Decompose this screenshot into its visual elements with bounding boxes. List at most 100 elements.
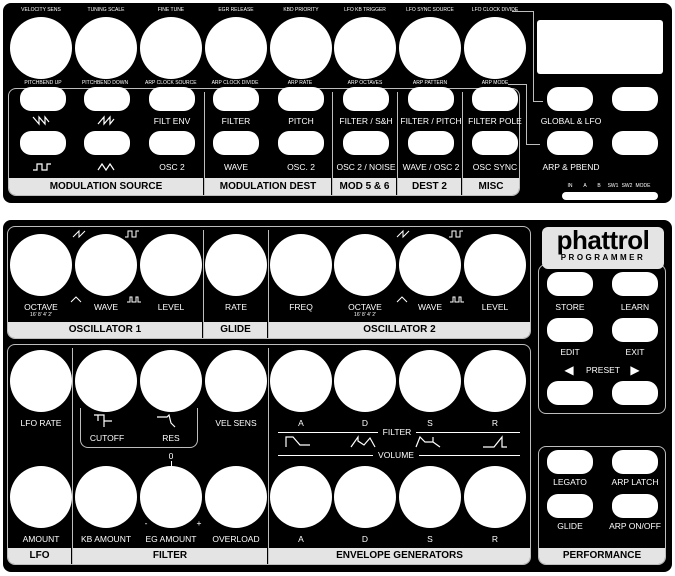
eg-amount-plus: + [196, 518, 202, 528]
osc2-wave-knob[interactable] [399, 234, 461, 296]
fine-tune-knob[interactable] [140, 17, 202, 79]
edit-button[interactable] [547, 318, 593, 342]
arp-clock-divide-button[interactable] [213, 87, 259, 111]
lfo-kb-trigger-label: LFO KB TRIGGER [344, 7, 386, 13]
saw-icon-osc2 [396, 229, 410, 239]
sawtooth-up-icon [97, 115, 115, 126]
store-button[interactable] [547, 272, 593, 296]
indicator-mode-label: MODE [635, 183, 651, 189]
learn-label: LEARN [620, 302, 650, 312]
osc2-label: OSC 2 [159, 162, 185, 172]
arp-mode-button[interactable] [472, 87, 518, 111]
osc2-octave-label: OCTAVE [348, 302, 382, 312]
tuning-scale-knob[interactable] [75, 17, 137, 79]
lfo-clock-divide-knob[interactable] [464, 17, 526, 79]
filter-sh-label: FILTER / S&H [339, 116, 393, 126]
osc2-dest-button[interactable] [278, 131, 324, 155]
legato-button[interactable] [547, 450, 593, 474]
pulse-icon [127, 296, 141, 303]
arp-onoff-button[interactable] [612, 494, 658, 518]
osc2-freq-label: FREQ [289, 302, 313, 312]
overload-knob[interactable] [205, 466, 267, 528]
lfo-kb-trigger-knob[interactable] [334, 17, 396, 79]
top-right-button-2[interactable] [612, 131, 658, 155]
filt-env-label: FILT ENV [153, 116, 191, 126]
eg-s-knob[interactable] [399, 350, 461, 412]
preset-up-button[interactable] [612, 381, 658, 405]
velocity-sens-knob[interactable] [10, 17, 72, 79]
osc2-noise-button[interactable] [343, 131, 389, 155]
preset-right-arrow-icon: ▶ [630, 363, 640, 377]
global-lfo-label: GLOBAL & LFO [540, 116, 602, 126]
filter-cutoff-knob[interactable] [75, 350, 137, 412]
pitchbend-up-button[interactable] [20, 87, 66, 111]
preset-down-button[interactable] [547, 381, 593, 405]
osc-sync-button[interactable] [472, 131, 518, 155]
display-screen [537, 20, 663, 74]
lfo-sync-source-label: LFO SYNC SOURCE [406, 7, 454, 13]
legato-label: LEGATO [553, 477, 587, 487]
eg-shape-a-icon [285, 436, 310, 447]
arp-octaves-label: ARP OCTAVES [347, 80, 383, 86]
osc1-wave-knob[interactable] [75, 234, 137, 296]
kbd-priority-knob[interactable] [270, 17, 332, 79]
arp-rate-button[interactable] [278, 87, 324, 111]
vol-s-knob[interactable] [399, 466, 461, 528]
kb-amount-label: KB AMOUNT [80, 534, 132, 544]
vol-a-knob[interactable] [270, 466, 332, 528]
arp-latch-label: ARP LATCH [611, 477, 659, 487]
vol-d-knob[interactable] [334, 466, 396, 528]
eg-amount-label: EG AMOUNT [145, 534, 197, 544]
vel-sens-knob[interactable] [205, 350, 267, 412]
top-right-button-1[interactable] [612, 87, 658, 111]
exit-button[interactable] [612, 318, 658, 342]
osc2-source-button[interactable] [149, 131, 195, 155]
osc2-octave-knob[interactable] [334, 234, 396, 296]
pitchbend-down-button[interactable] [84, 87, 130, 111]
vol-a-label: A [298, 534, 304, 544]
learn-button[interactable] [612, 272, 658, 296]
indicator-a-label: A [583, 183, 587, 189]
osc2-level-knob[interactable] [464, 234, 526, 296]
lfo-rate-knob[interactable] [10, 350, 72, 412]
global-lfo-button[interactable] [547, 87, 593, 111]
osc1-octave-label: OCTAVE [24, 302, 58, 312]
triangle-icon-osc2 [396, 296, 408, 303]
pitchbend-up-label: PITCHBEND UP [24, 80, 62, 86]
lfo-sync-source-knob[interactable] [399, 17, 461, 79]
square-wave-button[interactable] [20, 131, 66, 155]
arp-latch-button[interactable] [612, 450, 658, 474]
eg-a-knob[interactable] [270, 350, 332, 412]
vel-sens-label: VEL SENS [215, 418, 257, 428]
glide-button[interactable] [547, 494, 593, 518]
osc1-level-knob[interactable] [140, 234, 202, 296]
filter-res-knob[interactable] [140, 350, 202, 412]
vol-d-label: D [361, 534, 369, 544]
eg-d-knob[interactable] [334, 350, 396, 412]
arp-octaves-button[interactable] [343, 87, 389, 111]
glide-rate-knob[interactable] [205, 234, 267, 296]
arp-clock-source-button[interactable] [149, 87, 195, 111]
arp-pbend-button[interactable] [547, 131, 593, 155]
arp-pattern-button[interactable] [408, 87, 454, 111]
egr-release-knob[interactable] [205, 17, 267, 79]
vol-r-knob[interactable] [464, 466, 526, 528]
eg-amount-zero: 0 [168, 451, 174, 461]
lfo-amount-knob[interactable] [10, 466, 72, 528]
osc2-noise-label: OSC 2 / NOISE [336, 162, 396, 172]
volume-bracket-right [419, 455, 520, 456]
wave-osc2-button[interactable] [408, 131, 454, 155]
section-performance: PERFORMANCE [539, 548, 665, 564]
section-misc: MISC [463, 178, 519, 195]
osc1-octave-marks: 16' 8' 4' 2' [30, 312, 52, 318]
triangle-icon [70, 296, 82, 303]
osc2-freq-knob[interactable] [270, 234, 332, 296]
triangle-wave-button[interactable] [84, 131, 130, 155]
eg-r-knob[interactable] [464, 350, 526, 412]
kb-amount-knob[interactable] [75, 466, 137, 528]
eg-r-label: R [491, 418, 499, 428]
section-dest-2: DEST 2 [398, 178, 461, 195]
osc1-octave-knob[interactable] [10, 234, 72, 296]
wave-dest-button[interactable] [213, 131, 259, 155]
arp-pbend-label: ARP & PBEND [542, 162, 600, 172]
